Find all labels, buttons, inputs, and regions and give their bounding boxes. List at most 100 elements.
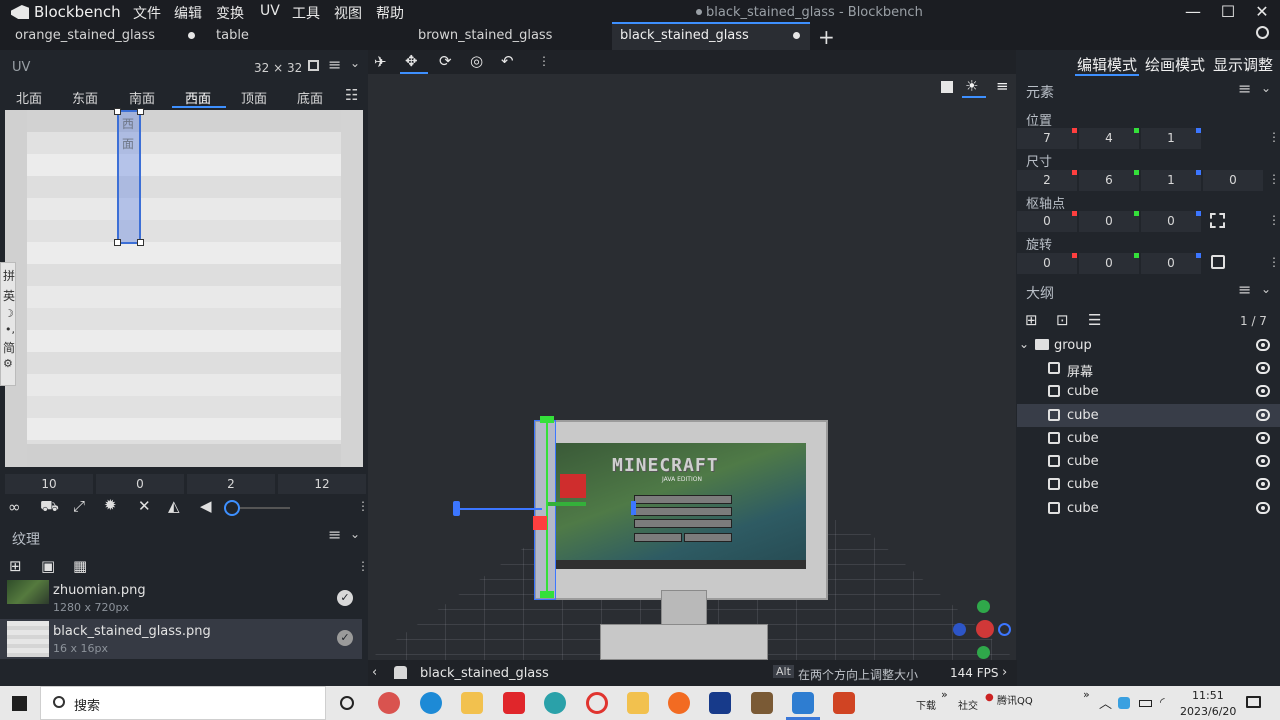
minecraft-icon[interactable] — [751, 692, 773, 714]
rotate-tool-icon[interactable]: ⟳ — [439, 52, 452, 70]
rotation-x-field[interactable]: 0 — [1017, 253, 1077, 274]
face-tab-north[interactable]: 北面 — [16, 88, 42, 107]
notification-icon[interactable] — [1246, 696, 1261, 708]
visibility-eye-icon[interactable] — [1256, 339, 1270, 351]
more-options-icon[interactable]: ⋮ — [1268, 130, 1280, 144]
menu-icon[interactable]: ≡ — [1238, 79, 1251, 98]
powerpoint-icon[interactable] — [833, 692, 855, 714]
orientation-neg-y-icon[interactable] — [977, 646, 990, 659]
collapse-chevron-icon[interactable]: ⌄ — [1261, 81, 1271, 95]
face-settings-icon[interactable]: ☷ — [345, 86, 358, 104]
visibility-eye-icon[interactable] — [1256, 478, 1270, 490]
microsoft-store-icon[interactable] — [627, 692, 649, 714]
light-icon[interactable]: ☀ — [965, 77, 978, 95]
import-texture-icon[interactable]: ▣ — [41, 557, 55, 575]
gizmo-y-handle[interactable] — [540, 416, 554, 423]
gizmo-z-handle[interactable] — [631, 501, 636, 515]
pivot-x-field[interactable]: 0 — [1017, 211, 1077, 232]
next-arrow-icon[interactable]: › — [1002, 665, 1007, 680]
taskbar-app-icon[interactable] — [378, 692, 400, 714]
ime-english[interactable]: 英 — [3, 287, 15, 304]
visibility-eye-icon[interactable] — [1256, 432, 1270, 444]
edge-browser-icon[interactable] — [420, 692, 442, 714]
prev-arrow-icon[interactable]: ‹ — [372, 665, 377, 680]
menu-icon[interactable]: ≡ — [1238, 280, 1251, 299]
add-cube-icon[interactable]: ⊞ — [1025, 311, 1038, 329]
collapse-chevron-icon[interactable]: ⌄ — [350, 56, 360, 70]
menu-tools[interactable]: 工具 — [292, 3, 320, 23]
gizmo-x-handle[interactable] — [560, 474, 586, 498]
rotate-uv-icon[interactable]: ◀ — [200, 497, 212, 515]
menu-view[interactable]: 视图 — [334, 3, 362, 23]
ime-pinyin[interactable]: 拼 — [3, 267, 15, 284]
solid-view-icon[interactable] — [941, 81, 953, 93]
taskbar-app-icon[interactable] — [709, 692, 731, 714]
check-icon[interactable]: ✓ — [337, 630, 353, 646]
visibility-eye-icon[interactable] — [1256, 385, 1270, 397]
taskbar-app-icon[interactable] — [586, 692, 608, 714]
new-tab-icon[interactable]: + — [818, 25, 835, 49]
outliner-item[interactable]: 屏幕 — [1017, 357, 1280, 380]
3d-viewport[interactable]: ✈ ✥ ⟳ ◎ ↶ ⋮ ☀ ≡ MINECRAFT JAVA EDITION — [368, 50, 1016, 660]
clear-uv-icon[interactable]: ✕ — [138, 497, 151, 515]
orientation-z-icon[interactable] — [953, 623, 966, 636]
paint-bucket-icon[interactable]: ⛟ — [40, 497, 59, 517]
mode-tab-display[interactable]: 显示调整 — [1213, 54, 1273, 75]
face-tab-west[interactable]: 西面 — [185, 88, 211, 107]
tray-chevron-up-icon[interactable]: ︿ — [1099, 693, 1112, 712]
clock-date[interactable]: 2023/6/20 — [1180, 705, 1236, 718]
ime-settings-icon[interactable]: ⚙ — [3, 357, 13, 370]
auto-uv-icon[interactable]: ✹ — [104, 496, 117, 514]
uv-y-field[interactable]: 0 — [96, 474, 184, 494]
uv-resize-handle[interactable] — [137, 108, 144, 115]
gizmo-x-handle[interactable] — [533, 516, 547, 530]
menu-help[interactable]: 帮助 — [376, 3, 404, 23]
face-tab-up[interactable]: 顶面 — [241, 88, 267, 107]
collapse-chevron-icon[interactable]: ⌄ — [350, 527, 360, 541]
more-options-icon[interactable]: ⋮ — [1268, 213, 1280, 227]
menu-file[interactable]: 文件 — [133, 3, 161, 23]
more-options-icon[interactable]: ⋮ — [538, 54, 550, 68]
more-options-icon[interactable]: ⋮ — [1268, 172, 1280, 186]
orientation-center-icon[interactable] — [976, 620, 994, 638]
face-tab-east[interactable]: 东面 — [72, 88, 98, 107]
outliner-item[interactable]: cube — [1017, 497, 1280, 520]
gizmo-y-handle[interactable] — [540, 591, 554, 598]
taskbar-search-box[interactable]: 搜索 — [40, 686, 326, 720]
uv-face-selection[interactable]: 西面 — [114, 108, 144, 246]
file-explorer-icon[interactable] — [461, 692, 483, 714]
rotation-z-field[interactable]: 0 — [1141, 253, 1201, 274]
uv-height-field[interactable]: 12 — [278, 474, 366, 494]
outliner-item[interactable]: cube — [1017, 427, 1280, 450]
tab-table[interactable]: table — [216, 24, 249, 50]
size-y-field[interactable]: 6 — [1079, 170, 1139, 191]
size-x-field[interactable]: 2 — [1017, 170, 1077, 191]
menu-transform[interactable]: 变换 — [216, 3, 244, 23]
qq-icon[interactable]: ● — [985, 692, 994, 703]
pivot-z-field[interactable]: 0 — [1141, 211, 1201, 232]
tray-qq-label[interactable]: 腾讯QQ — [997, 692, 1033, 707]
close-icon[interactable]: ✕ — [1252, 2, 1272, 22]
maximize-uv-icon[interactable]: ⤢ — [73, 497, 85, 515]
inflate-field[interactable]: 0 — [1203, 170, 1263, 191]
maximize-icon[interactable]: ☐ — [1218, 2, 1238, 22]
collapse-chevron-icon[interactable]: ⌄ — [1261, 282, 1271, 296]
windows-start-icon[interactable] — [12, 696, 27, 711]
tab-orange-stained-glass[interactable]: orange_stained_glass — [15, 24, 155, 50]
outliner-item-selected[interactable]: cube — [1017, 404, 1280, 427]
mode-tab-paint[interactable]: 绘画模式 — [1145, 54, 1205, 75]
orientation-x-icon[interactable] — [998, 623, 1011, 636]
uv-rotation-slider-knob[interactable] — [224, 500, 240, 516]
link-icon[interactable]: ∞ — [8, 498, 21, 516]
menu-edit[interactable]: 编辑 — [174, 3, 202, 23]
tray-expand-icon[interactable]: » — [941, 688, 948, 701]
center-pivot-icon[interactable] — [1210, 213, 1225, 228]
fullscreen-icon[interactable] — [308, 60, 319, 71]
search-icon[interactable] — [1256, 26, 1269, 39]
outliner-group[interactable]: ⌄ group — [1017, 334, 1280, 357]
transform-tool-icon[interactable]: ✥ — [405, 52, 418, 70]
task-view-icon[interactable] — [340, 696, 354, 710]
visibility-eye-icon[interactable] — [1256, 455, 1270, 467]
texture-grid-icon[interactable]: ▦ — [73, 557, 87, 575]
size-z-field[interactable]: 1 — [1141, 170, 1201, 191]
